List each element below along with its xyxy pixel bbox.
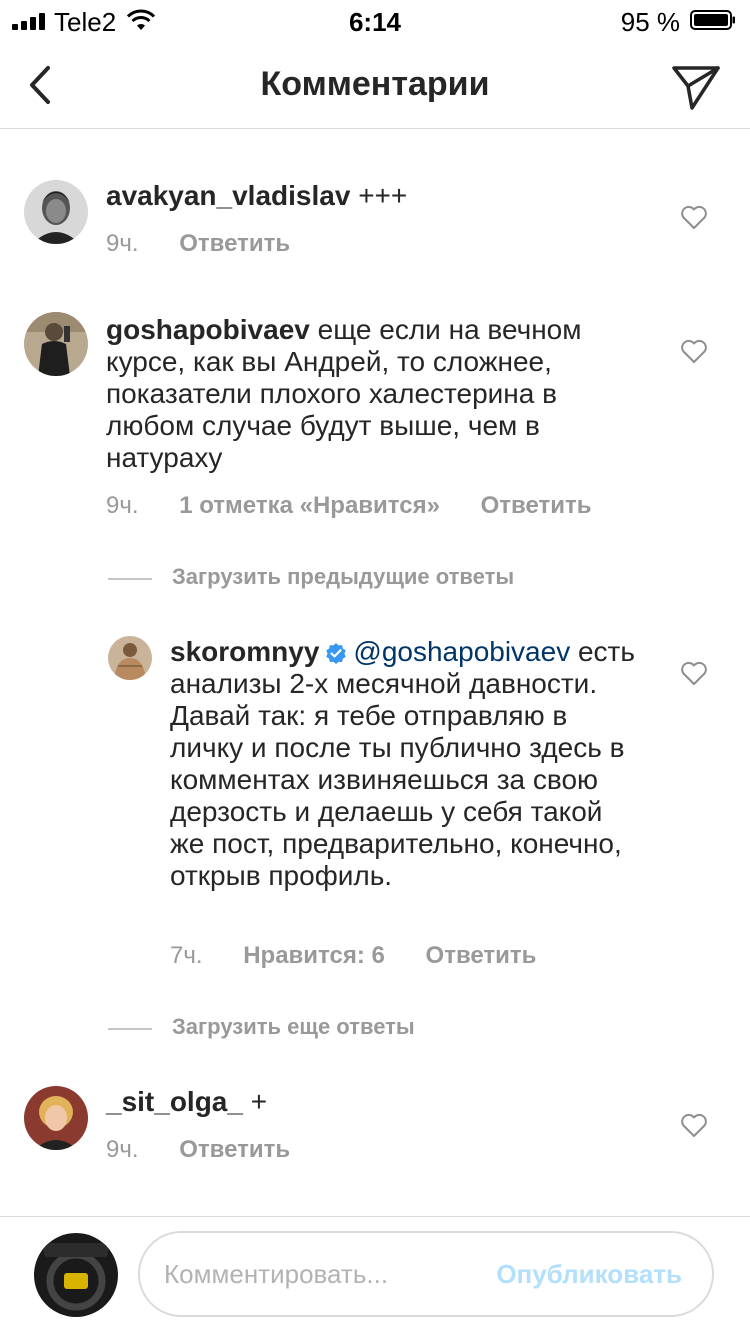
paper-plane-icon[interactable] — [670, 60, 722, 112]
comment-text: есть анализы 2-х месячной давности. Дава… — [170, 636, 635, 891]
comment-text: + — [242, 1086, 268, 1117]
heart-icon[interactable] — [680, 660, 708, 686]
comment-meta: 9ч. Ответить — [106, 1136, 290, 1164]
avatar[interactable] — [108, 636, 152, 680]
divider-line — [108, 578, 152, 580]
comment-item: avakyan_vladislav +++ 9ч. Ответить — [0, 180, 750, 260]
comment-time: 9ч. — [106, 492, 139, 519]
heart-icon[interactable] — [680, 1112, 708, 1138]
avatar[interactable] — [24, 180, 88, 244]
comment-body: goshapobivaev еще если на вечном курсе, … — [106, 314, 606, 474]
comment-meta: 9ч. 1 отметка «Нравится» Ответить — [106, 492, 592, 520]
heart-icon[interactable] — [680, 338, 708, 364]
publish-button[interactable]: Опубликовать — [496, 1259, 682, 1290]
battery-percent: 95 % — [620, 7, 680, 37]
reply-button[interactable]: Ответить — [426, 942, 537, 970]
avatar[interactable] — [24, 1086, 88, 1150]
battery-icon — [690, 10, 735, 30]
comment-meta: 9ч. Ответить — [106, 230, 290, 258]
comment-username[interactable]: skoromnyy — [170, 636, 319, 667]
comment-time: 7ч. — [170, 942, 203, 969]
current-user-avatar — [34, 1233, 118, 1317]
comment-body: avakyan_vladislav +++ — [106, 180, 606, 212]
comment-meta: 7ч. Нравится: 6 Ответить — [170, 942, 536, 970]
comment-time: 9ч. — [106, 1136, 139, 1163]
comment-username[interactable]: goshapobivaev — [106, 314, 310, 345]
divider-line — [108, 1028, 152, 1030]
comment-time: 9ч. — [106, 230, 139, 257]
load-more-label: Загрузить еще ответы — [172, 1014, 415, 1039]
reply-button[interactable]: Ответить — [179, 230, 290, 258]
comment-input-placeholder: Комментировать... — [164, 1259, 389, 1289]
likes-count[interactable]: Нравится: 6 — [243, 942, 385, 970]
likes-count[interactable]: 1 отметка «Нравится» — [179, 492, 440, 520]
heart-icon[interactable] — [680, 204, 708, 230]
mention-link[interactable]: @goshapobivaev — [353, 636, 570, 667]
reply-button[interactable]: Ответить — [481, 492, 592, 520]
reply-button[interactable]: Ответить — [179, 1136, 290, 1164]
load-previous-label: Загрузить предыдущие ответы — [172, 564, 515, 589]
navigation-bar: Комментарии — [0, 40, 750, 129]
comment-composer: Комментировать... Опубликовать — [0, 1216, 750, 1335]
status-bar: Tele2 6:14 95 % — [0, 0, 750, 40]
comment-body: skoromnyy @goshapobivaev есть анализы 2-х… — [170, 636, 638, 892]
load-previous-replies-button[interactable]: Загрузить предыдущие ответы — [108, 564, 628, 594]
reply-comment-item: skoromnyy @goshapobivaev есть анализы 2-х… — [0, 636, 750, 976]
comment-username[interactable]: avakyan_vladislav — [106, 180, 350, 211]
comment-item: goshapobivaev еще если на вечном курсе, … — [0, 312, 750, 522]
comment-body: _sit_olga_ + — [106, 1086, 606, 1118]
comment-text: +++ — [350, 180, 408, 211]
comment-username[interactable]: _sit_olga_ — [106, 1086, 243, 1117]
avatar[interactable] — [24, 312, 88, 376]
verified-badge-icon — [326, 643, 347, 664]
load-more-replies-button[interactable]: Загрузить еще ответы — [108, 1014, 528, 1044]
comment-item: _sit_olga_ + 9ч. Ответить — [0, 1086, 750, 1166]
comment-input[interactable]: Комментировать... Опубликовать — [138, 1231, 714, 1317]
page-title: Комментарии — [260, 65, 490, 103]
